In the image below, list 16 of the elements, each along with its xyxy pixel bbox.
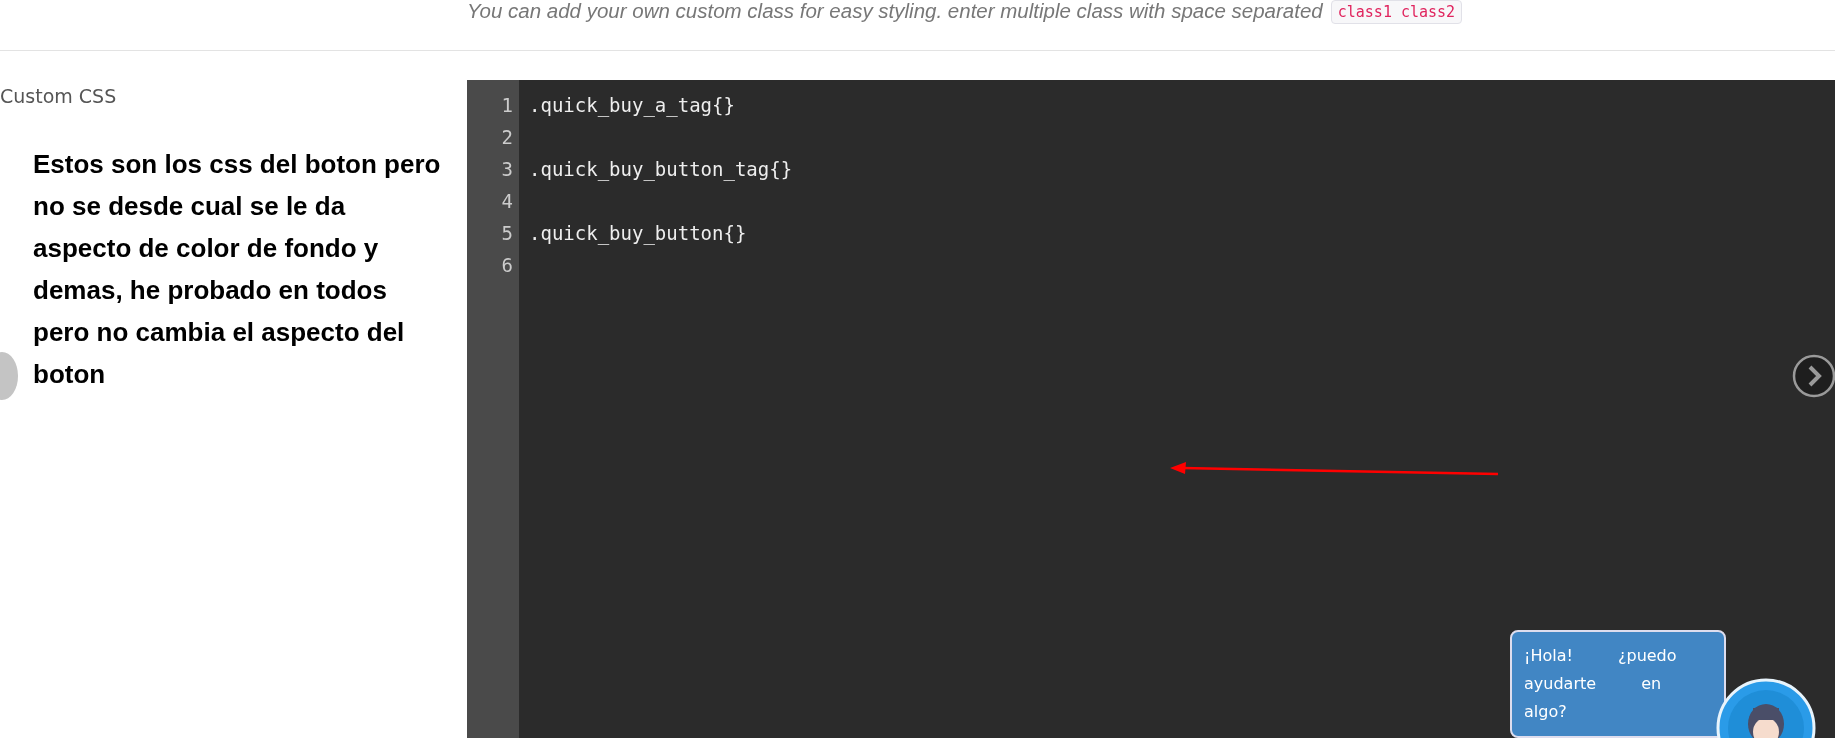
line-number: 4 <box>500 189 514 214</box>
line-number: 1 <box>500 93 514 118</box>
help-text: You can add your own custom class for easy styling. enter multiple class with space separated <box>467 0 1323 22</box>
avatar-icon[interactable] <box>1716 678 1816 738</box>
next-button[interactable] <box>1792 354 1835 398</box>
line-number: 2 <box>500 125 514 150</box>
line-number: 5 <box>500 221 514 246</box>
chat-bubble[interactable]: ¡Hola! ¿puedo ayudarte en algo? <box>1510 630 1726 738</box>
field-label: Custom CSS <box>0 85 118 107</box>
code-line: .quick_buy_button_tag{} <box>529 158 793 180</box>
annotation-text: Estos son los css del boton pero no se desde cual se le da aspecto de color de fondo y demas, he probado en todos pero no cambia el aspecto del boton <box>33 148 442 391</box>
code-snippet: class1 class2 <box>1330 0 1463 24</box>
line-number: 6 <box>500 253 514 278</box>
code-line: .quick_buy_a_tag{} <box>529 94 735 116</box>
code-line: .quick_buy_button{} <box>529 222 747 244</box>
line-number: 3 <box>500 157 514 182</box>
